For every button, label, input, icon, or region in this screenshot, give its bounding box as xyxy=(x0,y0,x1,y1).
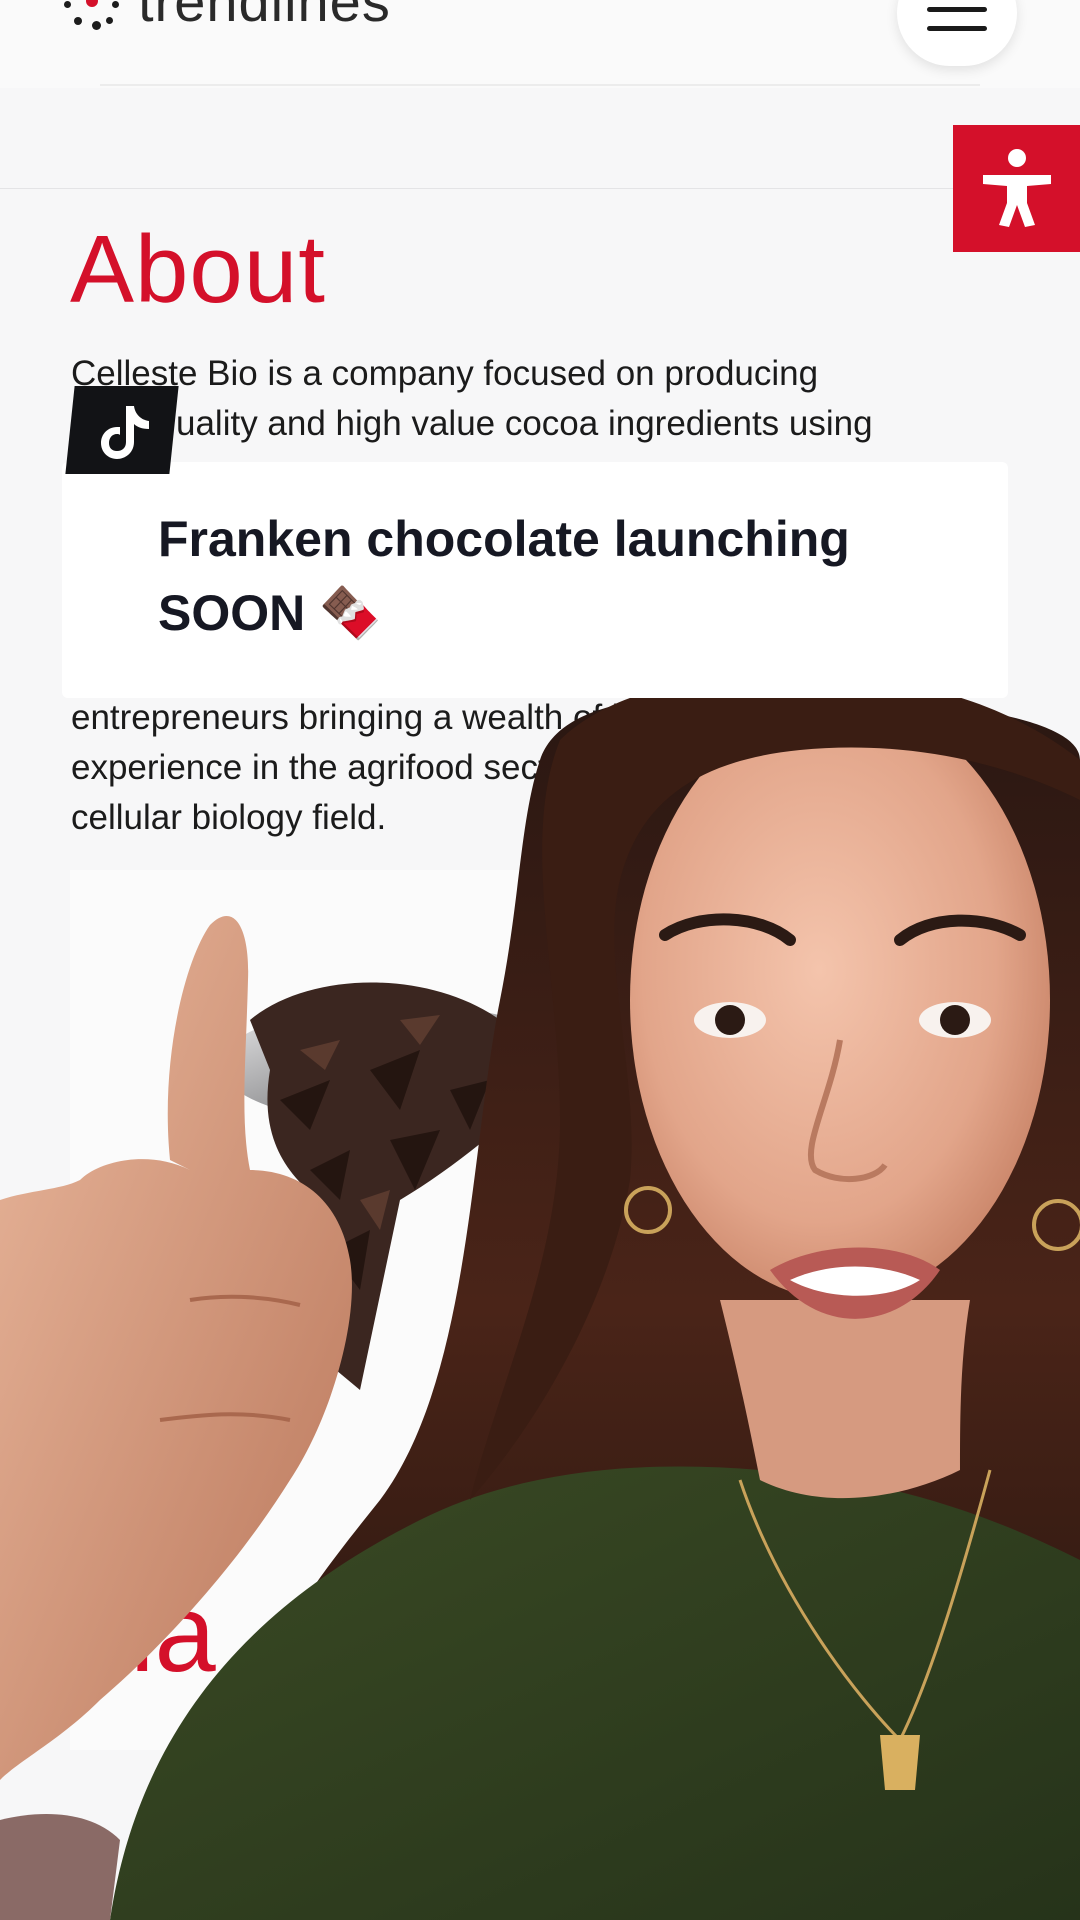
presenter-video-overlay xyxy=(0,672,1080,1920)
caption-line: Franken chocolate launching xyxy=(158,511,850,567)
video-caption-card: Franken chocolate launching SOON 🍫 xyxy=(62,462,1008,698)
tiktok-logo-icon xyxy=(101,406,149,459)
tiktok-video-frame: trendlines About Celleste Bio is a compa… xyxy=(0,0,1080,1920)
tiktok-badge[interactable] xyxy=(65,386,179,474)
caption-line: SOON 🍫 xyxy=(158,585,382,641)
